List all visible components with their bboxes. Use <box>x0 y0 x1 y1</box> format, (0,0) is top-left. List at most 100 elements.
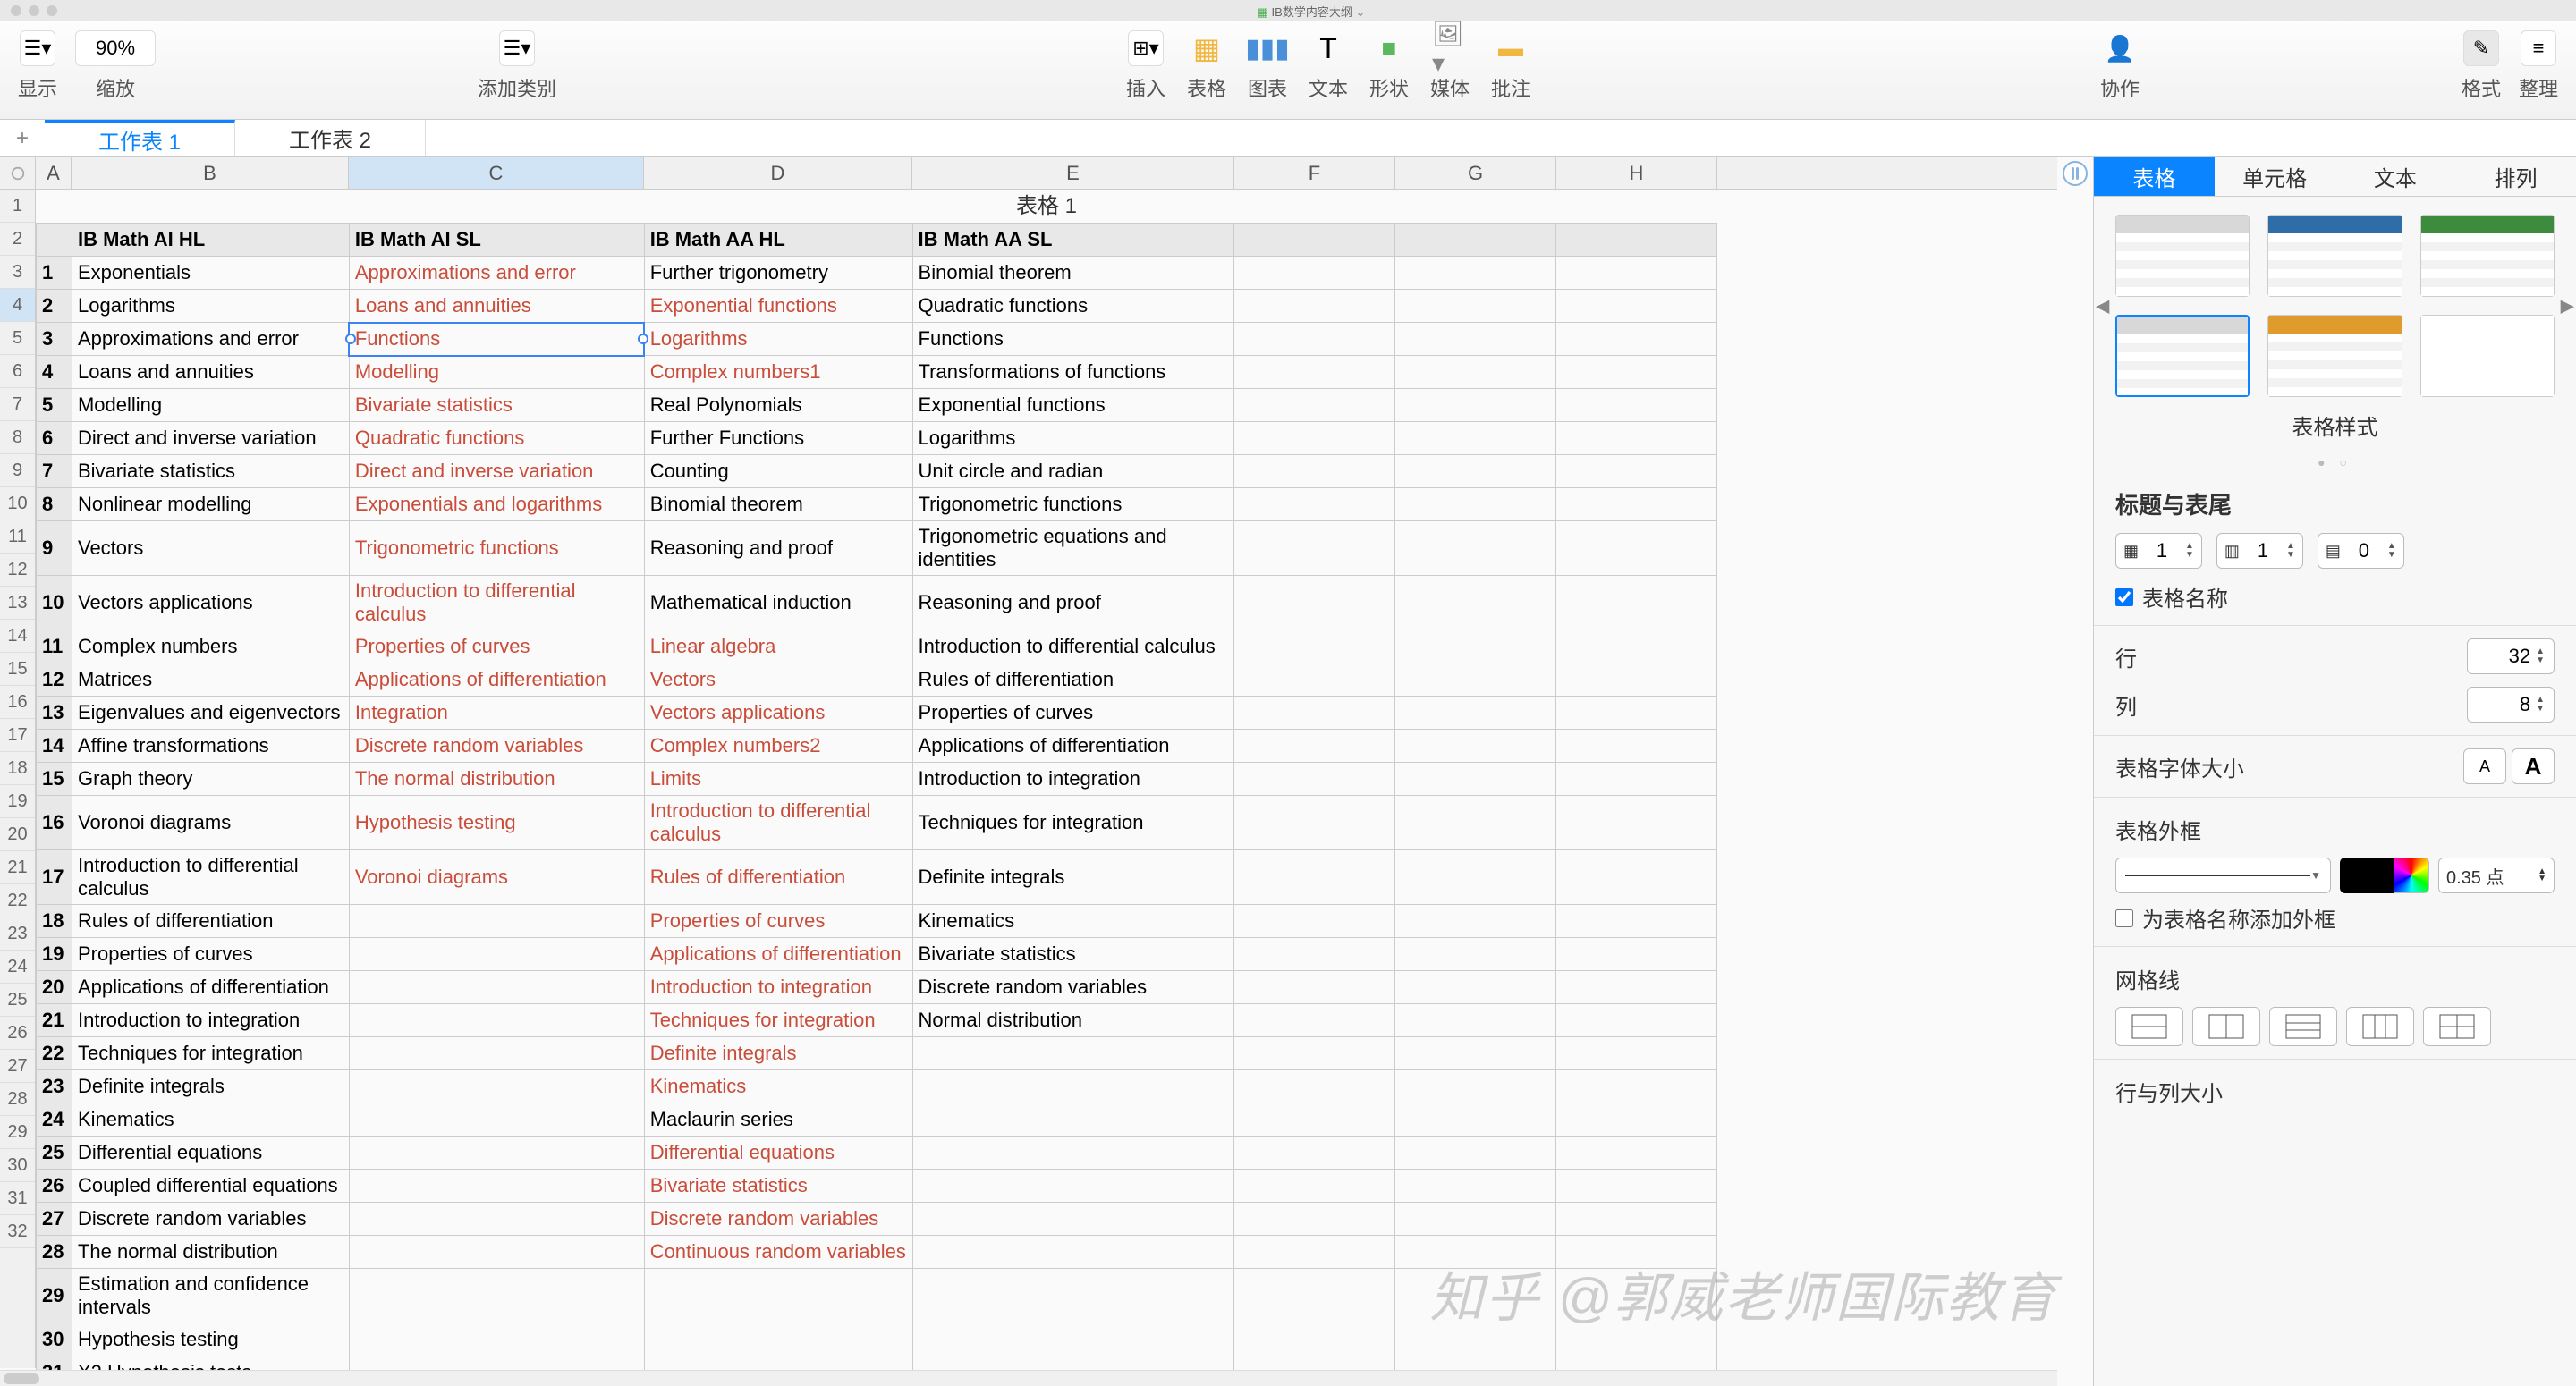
row-index[interactable]: 28 <box>37 1236 72 1269</box>
cell[interactable] <box>1556 290 1717 323</box>
row-number[interactable]: 4 <box>0 289 35 322</box>
col-header-D[interactable]: D <box>644 157 912 189</box>
row-number[interactable]: 12 <box>0 554 35 587</box>
rows-stepper[interactable]: ▲▼ <box>2467 638 2555 674</box>
header-g[interactable] <box>1395 224 1556 257</box>
cell[interactable]: Further Functions <box>644 422 912 455</box>
cell[interactable] <box>1234 356 1395 389</box>
row-index[interactable]: 4 <box>37 356 72 389</box>
table-style-2[interactable] <box>2267 215 2402 297</box>
cell[interactable]: Reasoning and proof <box>644 521 912 576</box>
row-number[interactable]: 29 <box>0 1116 35 1149</box>
table-name-checkbox[interactable] <box>2115 588 2133 606</box>
table-style-4[interactable] <box>2115 315 2250 397</box>
cell[interactable] <box>1556 1004 1717 1037</box>
cell[interactable]: Definite integrals <box>644 1037 912 1070</box>
cell[interactable] <box>1395 663 1556 697</box>
cell[interactable] <box>1395 1037 1556 1070</box>
cell[interactable] <box>912 1103 1234 1137</box>
cell[interactable] <box>1234 905 1395 938</box>
cell[interactable] <box>912 1203 1234 1236</box>
cell[interactable] <box>1395 697 1556 730</box>
cell[interactable] <box>912 1269 1234 1323</box>
gridline-btn-5[interactable] <box>2423 1007 2491 1046</box>
cell[interactable] <box>1556 488 1717 521</box>
cell[interactable]: Trigonometric functions <box>912 488 1234 521</box>
cell[interactable] <box>1234 1137 1395 1170</box>
cell[interactable] <box>1234 697 1395 730</box>
cell[interactable]: Properties of curves <box>912 697 1234 730</box>
cell[interactable] <box>349 1236 644 1269</box>
row-index[interactable]: 14 <box>37 730 72 763</box>
table-button[interactable]: ▦表格 <box>1187 30 1226 102</box>
row-index[interactable]: 8 <box>37 488 72 521</box>
cell[interactable]: Introduction to differential calculus <box>349 576 644 630</box>
font-smaller-button[interactable]: A <box>2463 748 2506 784</box>
col-header-E[interactable]: E <box>912 157 1234 189</box>
header-b[interactable]: IB Math AI HL <box>72 224 349 257</box>
cell[interactable] <box>1556 1323 1717 1356</box>
outline-title-checkbox[interactable] <box>2115 909 2133 927</box>
cell[interactable]: Applications of differentiation <box>912 730 1234 763</box>
cell[interactable]: Quadratic functions <box>912 290 1234 323</box>
cell[interactable]: Introduction to integration <box>644 971 912 1004</box>
cell[interactable]: Unit circle and radian <box>912 455 1234 488</box>
row-number[interactable]: 26 <box>0 1017 35 1050</box>
row-number[interactable]: 19 <box>0 785 35 818</box>
collab-button[interactable]: 👤协作 <box>2100 30 2140 102</box>
cell[interactable]: Direct and inverse variation <box>349 455 644 488</box>
cell[interactable] <box>1234 730 1395 763</box>
cell[interactable]: Transformations of functions <box>912 356 1234 389</box>
cell[interactable]: Differential equations <box>72 1137 349 1170</box>
cell[interactable]: Properties of curves <box>72 938 349 971</box>
cell[interactable]: Kinematics <box>72 1103 349 1137</box>
row-index[interactable]: 26 <box>37 1170 72 1203</box>
cell[interactable]: Vectors <box>72 521 349 576</box>
cell[interactable] <box>1556 257 1717 290</box>
cell[interactable]: Introduction to integration <box>72 1004 349 1037</box>
cell[interactable] <box>1234 938 1395 971</box>
cell[interactable]: Modelling <box>349 356 644 389</box>
row-number[interactable]: 13 <box>0 587 35 620</box>
cell[interactable] <box>1234 1323 1395 1356</box>
row-index[interactable]: 21 <box>37 1004 72 1037</box>
cell[interactable]: Techniques for integration <box>72 1037 349 1070</box>
inspector-tab-cell[interactable]: 单元格 <box>2215 157 2335 197</box>
cell[interactable] <box>349 1323 644 1356</box>
format-button[interactable]: ✎格式 <box>2462 30 2501 102</box>
table-style-3[interactable] <box>2420 215 2555 297</box>
row-index[interactable]: 6 <box>37 422 72 455</box>
cell[interactable]: Normal distribution <box>912 1004 1234 1037</box>
cell[interactable]: Bivariate statistics <box>349 389 644 422</box>
cell[interactable] <box>1395 763 1556 796</box>
row-number[interactable]: 6 <box>0 355 35 388</box>
header-cols-stepper[interactable]: ▥▲▼ <box>2216 533 2303 569</box>
cell[interactable]: Discrete random variables <box>72 1203 349 1236</box>
header-c[interactable]: IB Math AI SL <box>349 224 644 257</box>
cell[interactable] <box>1556 905 1717 938</box>
sheet-tab-2[interactable]: 工作表 2 <box>235 120 426 156</box>
cell[interactable]: Estimation and confidence intervals <box>72 1269 349 1323</box>
row-index[interactable]: 10 <box>37 576 72 630</box>
cell[interactable]: Binomial theorem <box>644 488 912 521</box>
row-index[interactable]: 22 <box>37 1037 72 1070</box>
cell[interactable] <box>644 1269 912 1323</box>
cell[interactable] <box>644 1323 912 1356</box>
cell[interactable] <box>1234 1037 1395 1070</box>
table-style-1[interactable] <box>2115 215 2250 297</box>
cell[interactable] <box>349 1070 644 1103</box>
spreadsheet-canvas[interactable]: A B C D E F G H 123456789101112131415161… <box>0 157 2093 1386</box>
cell[interactable] <box>912 1236 1234 1269</box>
cell[interactable] <box>1556 1103 1717 1137</box>
inspector-tab-arrange[interactable]: 排列 <box>2455 157 2576 197</box>
shape-button[interactable]: ■形状 <box>1369 30 1409 102</box>
cell[interactable] <box>1395 422 1556 455</box>
cell[interactable]: Continuous random variables <box>644 1236 912 1269</box>
cell[interactable]: Applications of differentiation <box>72 971 349 1004</box>
cell[interactable]: Properties of curves <box>349 630 644 663</box>
cell[interactable] <box>912 1323 1234 1356</box>
cell[interactable]: Kinematics <box>644 1070 912 1103</box>
cell[interactable]: Quadratic functions <box>349 422 644 455</box>
gridline-btn-3[interactable] <box>2269 1007 2337 1046</box>
cell[interactable] <box>1234 488 1395 521</box>
